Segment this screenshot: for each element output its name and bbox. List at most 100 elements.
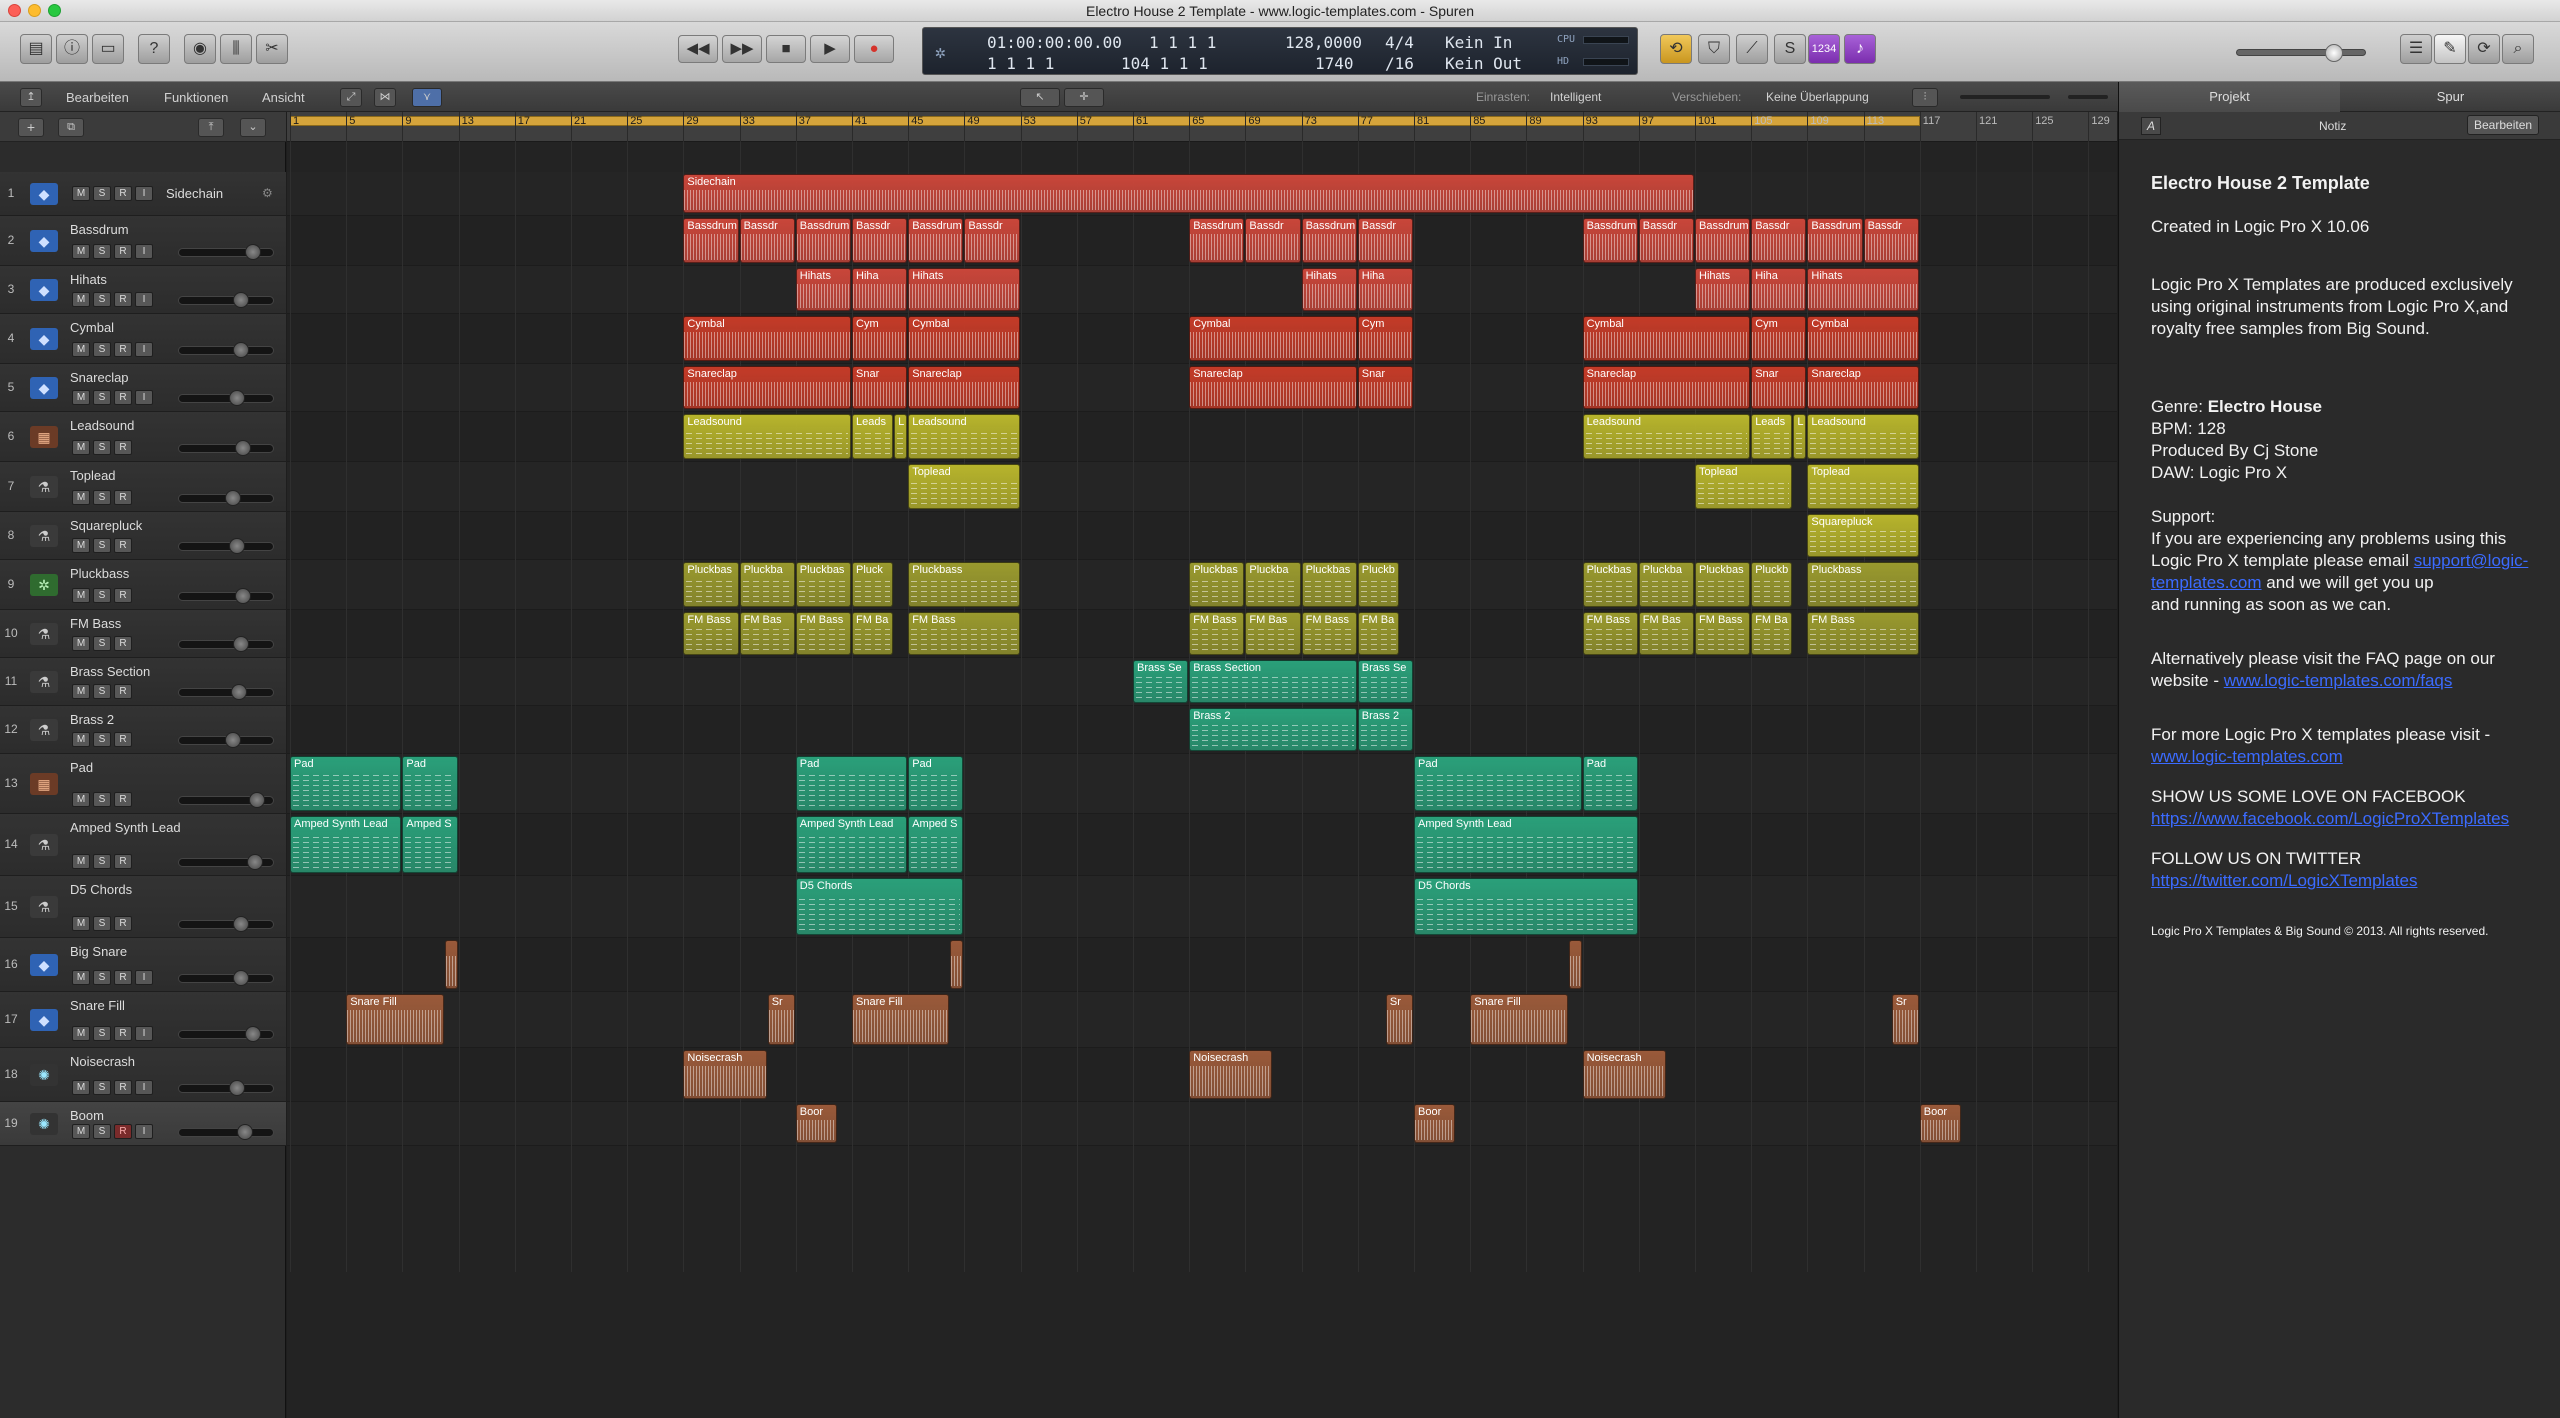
mute-button[interactable]: M <box>72 588 90 603</box>
midi-region[interactable]: Brass 2 <box>1189 708 1357 751</box>
midi-region[interactable]: Toplead <box>1695 464 1793 509</box>
solo-button[interactable]: S <box>93 440 111 455</box>
input-monitor-button[interactable]: I <box>135 1080 153 1095</box>
mute-button[interactable]: M <box>72 1124 90 1139</box>
audio-region[interactable]: Snareclap <box>1189 366 1357 409</box>
close-window-button[interactable] <box>8 4 21 17</box>
record-enable-button[interactable]: R <box>114 244 132 259</box>
volume-knob[interactable] <box>229 1080 245 1096</box>
volume-knob[interactable] <box>235 440 251 456</box>
audio-region[interactable]: Sr <box>1891 994 1919 1045</box>
mute-button[interactable]: M <box>72 390 90 405</box>
midi-region[interactable]: Amped S <box>908 816 964 873</box>
audio-region[interactable]: Bassdr <box>1638 218 1694 263</box>
track-lane[interactable] <box>287 992 2117 1048</box>
solo-button[interactable]: S <box>93 588 111 603</box>
audio-region[interactable]: Bassdr <box>739 218 795 263</box>
solo-button[interactable]: S <box>93 1080 111 1095</box>
record-enable-button[interactable]: R <box>114 684 132 699</box>
editors-button[interactable]: ✂ <box>256 34 288 64</box>
mute-button[interactable]: M <box>72 854 90 869</box>
track-header[interactable]: 11 ⚗ Brass Section M S R <box>0 658 286 706</box>
record-enable-button[interactable]: R <box>114 1026 132 1041</box>
volume-slider[interactable] <box>178 970 274 986</box>
record-enable-button[interactable]: R <box>114 342 132 357</box>
loop-browser-button[interactable]: ⟳ <box>2468 34 2500 64</box>
track-header[interactable]: 6 ▦ Leadsound M S R <box>0 412 286 462</box>
mixer-button[interactable]: ⫼ <box>220 34 252 64</box>
audio-region[interactable]: Hihats <box>795 268 851 311</box>
tracks-area[interactable]: 1 5 9 13 17 21 25 29 33 37 41 45 49 53 57 61 65 69 73 77 81 8… <box>287 112 2117 1418</box>
audio-region[interactable]: Bassdr <box>1863 218 1919 263</box>
midi-region[interactable]: FM Bass <box>1189 612 1245 655</box>
midi-region[interactable]: Toplead <box>908 464 1020 509</box>
settings-icon[interactable]: ⚙ <box>262 186 273 200</box>
add-track-button[interactable]: + <box>18 118 44 137</box>
back-button[interactable]: ↥ <box>20 88 42 107</box>
track-name[interactable]: Noisecrash <box>70 1054 135 1069</box>
midi-region[interactable]: FM Bas <box>1245 612 1301 655</box>
solo-button[interactable]: S <box>93 292 111 307</box>
track-name[interactable]: FM Bass <box>70 616 121 631</box>
track-name[interactable]: Sidechain <box>166 186 223 201</box>
midi-region[interactable]: Amped Synth Lead <box>1414 816 1638 873</box>
midi-region[interactable]: Pluckbass <box>908 562 1020 607</box>
midi-region[interactable]: Pluckbas <box>1189 562 1245 607</box>
rewind-button[interactable]: ◀◀ <box>678 35 718 63</box>
audio-region[interactable]: Hihats <box>1807 268 1919 311</box>
midi-region[interactable]: Brass Se <box>1357 660 1413 703</box>
volume-slider[interactable] <box>178 440 274 456</box>
input-monitor-button[interactable]: I <box>135 390 153 405</box>
midi-region[interactable]: Pad <box>1582 756 1638 811</box>
record-enable-button[interactable]: R <box>114 1080 132 1095</box>
track-name[interactable]: Brass 2 <box>70 712 114 727</box>
browser-button[interactable]: ⌕ <box>2502 34 2534 64</box>
midi-region[interactable]: Pluckba <box>739 562 795 607</box>
track-name[interactable]: Cymbal <box>70 320 114 335</box>
volume-knob[interactable] <box>231 684 247 700</box>
mute-button[interactable]: M <box>72 440 90 455</box>
midi-region[interactable]: Amped Synth Lead <box>795 816 908 873</box>
duplicate-track-button[interactable]: ⧉ <box>58 118 84 137</box>
track-name[interactable]: Brass Section <box>70 664 150 679</box>
volume-slider[interactable] <box>178 390 274 406</box>
midi-region[interactable]: D5 Chords <box>1414 878 1638 935</box>
volume-knob[interactable] <box>225 490 241 506</box>
track-name[interactable]: Pluckbass <box>70 566 129 581</box>
solo-button[interactable]: S <box>93 538 111 553</box>
mute-button[interactable]: M <box>72 342 90 357</box>
volume-slider[interactable] <box>178 732 274 748</box>
audio-region[interactable]: Bassdr <box>964 218 1020 263</box>
track-header[interactable]: 16 ◆ Big Snare M S R I <box>0 938 286 992</box>
audio-region[interactable]: Cymbal <box>908 316 1020 361</box>
midi-region[interactable]: Brass Se <box>1133 660 1189 703</box>
mute-button[interactable]: M <box>72 186 90 201</box>
audio-region[interactable]: Noisecrash <box>1189 1050 1273 1099</box>
volume-knob[interactable] <box>249 792 265 808</box>
track-name[interactable]: Squarepluck <box>70 518 142 533</box>
audio-region[interactable]: Cymbal <box>1807 316 1919 361</box>
record-enable-button[interactable]: R <box>114 440 132 455</box>
audio-region[interactable]: Bassdrum <box>1301 218 1357 263</box>
volume-slider[interactable] <box>178 916 274 932</box>
track-name[interactable]: Bassdrum <box>70 222 129 237</box>
midi-region[interactable]: Leads <box>1751 414 1793 459</box>
volume-slider[interactable] <box>178 538 274 554</box>
track-header[interactable]: 9 ✲ Pluckbass M S R <box>0 560 286 610</box>
volume-knob[interactable] <box>229 538 245 554</box>
drag-dropdown[interactable]: Keine Überlappung <box>1766 90 1869 104</box>
midi-region[interactable]: FM Bass <box>1807 612 1919 655</box>
smart-controls-button[interactable]: ◉ <box>184 34 216 64</box>
track-name[interactable]: Amped Synth Lead <box>70 820 181 835</box>
midi-region[interactable]: Brass Section <box>1189 660 1357 703</box>
audio-region[interactable]: Hihats <box>1301 268 1357 311</box>
project-note[interactable]: Electro House 2 Template Created in Logi… <box>2151 172 2551 942</box>
pointer-tool-menu[interactable]: ↖ <box>1020 88 1060 107</box>
track-name[interactable]: Hihats <box>70 272 107 287</box>
audio-region[interactable]: Boor <box>795 1104 837 1143</box>
input-monitor-button[interactable]: I <box>135 342 153 357</box>
midi-region[interactable]: Pluckbas <box>1301 562 1357 607</box>
track-header[interactable]: 2 ◆ Bassdrum M S R I <box>0 216 286 266</box>
volume-knob[interactable] <box>225 732 241 748</box>
audio-region[interactable]: Snare Fill <box>852 994 950 1045</box>
